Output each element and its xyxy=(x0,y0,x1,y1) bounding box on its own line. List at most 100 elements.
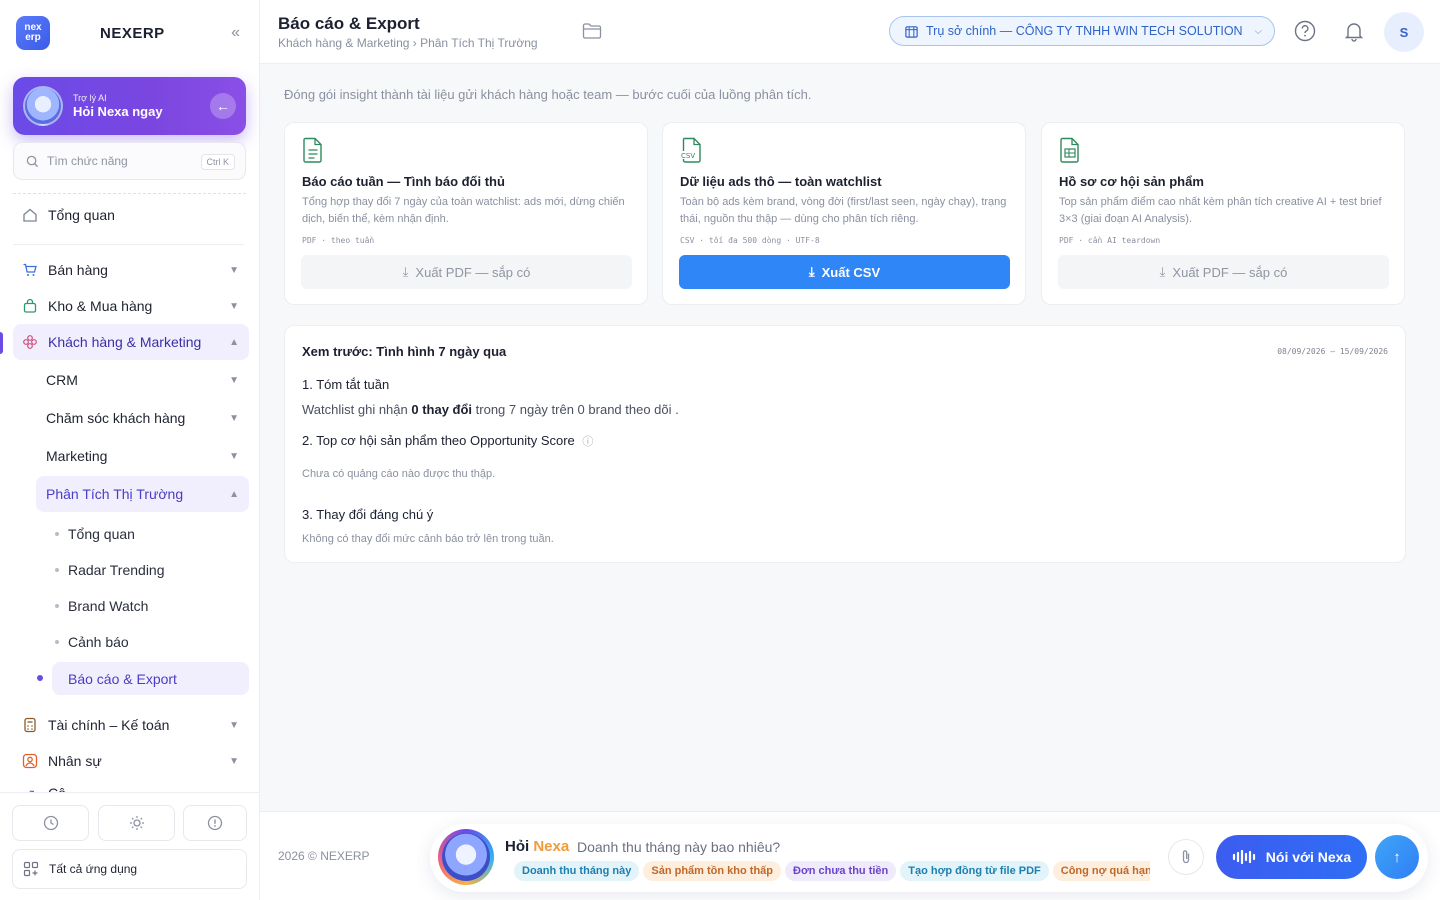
download-icon: ⤓ xyxy=(402,264,409,279)
nav-customer-marketing[interactable]: Khách hàng & Marketing ▲ xyxy=(13,324,249,360)
alert-button[interactable] xyxy=(183,805,247,841)
nav-hr-label: Nhân sự xyxy=(48,753,102,769)
chevron-down-icon: ▼ xyxy=(229,450,239,462)
flower-icon xyxy=(21,333,39,351)
collapse-sidebar-icon[interactable]: « xyxy=(231,24,240,42)
nav-finance[interactable]: Tài chính – Kế toán ▼ xyxy=(13,707,249,743)
leaf-alerts-label: Cảnh báo xyxy=(68,634,129,650)
leaf-alerts[interactable]: Cảnh báo xyxy=(52,626,249,658)
card-title: Hồ sơ cơ hội sản phẩm xyxy=(1059,174,1204,189)
sub-market-analysis[interactable]: Phân Tích Thị Trường ▲ xyxy=(36,476,249,512)
export-pdf-weekly-button[interactable]: ⤓ Xuất PDF — sắp có xyxy=(301,255,632,289)
theme-button[interactable] xyxy=(98,805,175,841)
sub-crm-label: CRM xyxy=(46,372,78,388)
nexerp-logo[interactable]: nex erp xyxy=(16,16,50,50)
preview-date-range: 08/09/2026 – 15/09/2026 xyxy=(1277,347,1388,356)
export-pdf-opportunity-button[interactable]: ⤓ Xuất PDF — sắp có xyxy=(1058,255,1389,289)
leaf-report-export[interactable]: Báo cáo & Export xyxy=(52,662,249,695)
active-indicator xyxy=(0,332,3,354)
search-placeholder: Tìm chức năng xyxy=(47,154,128,168)
nav-customer-marketing-label: Khách hàng & Marketing xyxy=(48,334,202,350)
button-label: Xuất CSV xyxy=(821,264,881,280)
suggestion-chip[interactable]: Tạo hợp đồng từ file PDF xyxy=(900,861,1049,881)
branch-selector[interactable]: Trụ sở chính — CÔNG TY TNHH WIN TECH SOL… xyxy=(889,16,1275,46)
download-icon: ⤓ xyxy=(1159,264,1166,279)
sub-marketing[interactable]: Marketing ▼ xyxy=(36,438,249,474)
arrow-up-icon: ↑ xyxy=(1393,848,1401,866)
ask-nexa-bar: Hỏi Nexa Doanh thu tháng này bao nhiêu? … xyxy=(430,824,1428,892)
summary-post: trong 7 ngày trên 0 brand theo dõi . xyxy=(472,402,679,417)
feature-search-input[interactable]: Tìm chức năng Ctrl K xyxy=(13,142,246,180)
alert-circle-icon xyxy=(207,815,223,831)
nav-inventory[interactable]: Kho & Mua hàng ▼ xyxy=(13,288,249,324)
leaf-overview[interactable]: Tổng quan xyxy=(52,518,249,550)
svg-text:CSV: CSV xyxy=(681,152,695,160)
info-icon[interactable]: ⓘ xyxy=(582,436,593,448)
sub-crm[interactable]: CRM ▼ xyxy=(36,362,249,398)
ask-nexa-label: Hỏi Nexa xyxy=(505,838,569,855)
spreadsheet-icon xyxy=(1059,137,1081,168)
talk-to-nexa-button[interactable]: Nói với Nexa xyxy=(1216,835,1367,879)
sub-customer-care[interactable]: Chăm sóc khách hàng ▼ xyxy=(36,400,249,436)
chevron-down-icon: ▼ xyxy=(229,300,239,312)
attach-button[interactable] xyxy=(1168,839,1204,875)
leaf-radar-trending[interactable]: Radar Trending xyxy=(52,554,249,586)
search-shortcut: Ctrl K xyxy=(200,154,235,170)
active-dot xyxy=(37,675,43,681)
bell-icon[interactable] xyxy=(1342,19,1366,43)
report-preview: Xem trước: Tình hình 7 ngày qua 08/09/20… xyxy=(284,325,1406,563)
chevron-up-icon: ▲ xyxy=(229,336,239,348)
nav-sales[interactable]: Bán hàng ▼ xyxy=(13,252,249,288)
help-icon[interactable] xyxy=(1293,19,1317,43)
cart-icon xyxy=(21,261,39,279)
nav-more[interactable]: ↗ Cô xyxy=(13,779,249,792)
chevron-down-icon: ⌵ xyxy=(1254,25,1262,37)
nexa-avatar[interactable] xyxy=(438,829,494,885)
ask-nexa-card[interactable]: Trợ lý AI Hỏi Nexa ngay ← xyxy=(13,77,246,135)
history-button[interactable] xyxy=(12,805,89,841)
export-card-csv: CSV Dữ liệu ads thô — toàn watchlist Toà… xyxy=(662,122,1026,305)
page-intro: Đóng gói insight thành tài liệu gửi khác… xyxy=(284,87,812,102)
nav-more-label: Cô xyxy=(48,785,66,792)
suggestion-chip[interactable]: Doanh thu tháng này xyxy=(514,861,640,881)
summary-pre: Watchlist ghi nhận xyxy=(302,402,412,417)
user-avatar[interactable]: S xyxy=(1384,12,1424,52)
bullet xyxy=(55,568,59,572)
suggestion-chip[interactable]: Đơn chưa thu tiền xyxy=(785,861,897,881)
ask-word: Hỏi xyxy=(505,838,530,855)
bullet xyxy=(55,640,59,644)
changes-empty-state: Không có thay đổi mức cảnh báo trở lên t… xyxy=(302,533,554,545)
nav-hr[interactable]: Nhân sự ▼ xyxy=(13,743,249,779)
arrow-left-icon[interactable]: ← xyxy=(210,93,236,119)
document-icon xyxy=(302,137,324,168)
export-csv-button[interactable]: ⤓ Xuất CSV xyxy=(679,255,1010,289)
leaf-brand-watch[interactable]: Brand Watch xyxy=(52,590,249,622)
chevron-down-icon: ▼ xyxy=(229,719,239,731)
nav-overview[interactable]: Tổng quan xyxy=(13,197,249,233)
export-card-weekly: Báo cáo tuần — Tình báo đối thủ Tổng hợp… xyxy=(284,122,648,305)
card-description: Top sản phẩm điểm cao nhất kèm phân tích… xyxy=(1059,196,1382,225)
send-button[interactable]: ↑ xyxy=(1375,835,1419,879)
chevron-down-icon: ▼ xyxy=(229,264,239,276)
sub-customer-care-label: Chăm sóc khách hàng xyxy=(46,410,186,426)
chevron-down-icon: ▼ xyxy=(229,374,239,386)
card-meta: PDF · theo tuần xyxy=(302,236,375,245)
talk-label: Nói với Nexa xyxy=(1265,849,1352,865)
sub-market-analysis-label: Phân Tích Thị Trường xyxy=(46,486,184,502)
breadcrumb: Khách hàng & Marketing › Phân Tích Thị T… xyxy=(278,36,538,50)
folder-icon[interactable] xyxy=(582,22,602,45)
opportunity-empty-state: Chưa có quảng cáo nào được thu thập. xyxy=(302,468,496,480)
suggestion-chip[interactable]: Công nợ quá hạn xyxy=(1052,861,1150,881)
chevron-down-icon: ▼ xyxy=(229,412,239,424)
ask-input[interactable]: Doanh thu tháng này bao nhiêu? xyxy=(577,839,780,855)
card-meta: PDF · cần AI teardown xyxy=(1059,236,1161,245)
preview-title: Xem trước: Tình hình 7 ngày qua xyxy=(302,344,507,359)
section-summary-heading: 1. Tóm tắt tuần xyxy=(302,377,390,392)
all-apps-button[interactable]: Tất cả ứng dụng xyxy=(12,849,247,889)
leaf-report-export-label: Báo cáo & Export xyxy=(68,670,177,687)
button-label: Xuất PDF — sắp có xyxy=(1172,264,1288,280)
more-icon: ↗ xyxy=(21,785,39,793)
leaf-overview-label: Tổng quan xyxy=(68,526,135,542)
card-title: Dữ liệu ads thô — toàn watchlist xyxy=(680,174,882,189)
suggestion-chip[interactable]: Sản phẩm tồn kho thấp xyxy=(643,861,782,881)
